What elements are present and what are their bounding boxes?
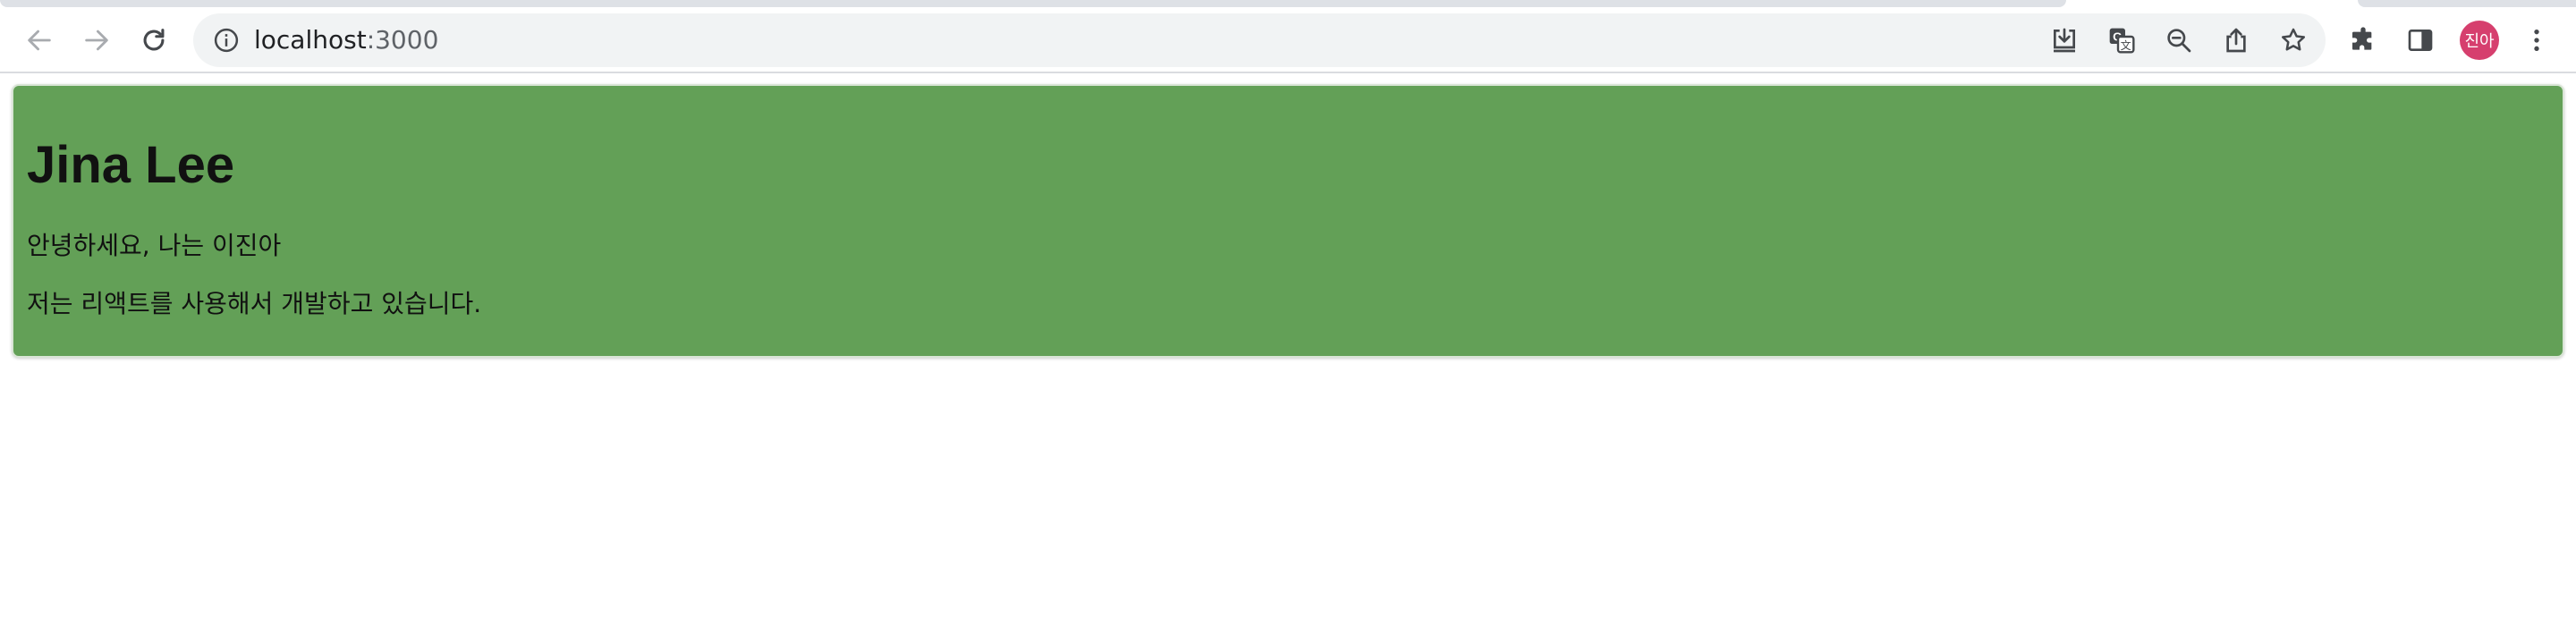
- forward-button[interactable]: [72, 16, 121, 64]
- bookmark-button[interactable]: [2277, 24, 2309, 56]
- kebab-menu-icon: [2534, 30, 2539, 51]
- side-panel-icon: [2408, 30, 2433, 51]
- tab-strip: [0, 0, 2576, 7]
- profile-avatar[interactable]: 진아: [2460, 21, 2499, 60]
- profile-card: Jina Lee 안녕하세요, 나는 이진아 저는 리액트를 사용해서 개발하고…: [12, 84, 2564, 358]
- reload-button[interactable]: [130, 16, 178, 64]
- browser-toolbar: localhost:3000 G 文 진아: [0, 7, 2576, 73]
- zoom-out-icon: [2167, 29, 2191, 53]
- svg-text:文: 文: [2121, 38, 2131, 52]
- url-host: localhost: [254, 25, 367, 55]
- active-tab-edge[interactable]: [0, 0, 2066, 7]
- greeting-text: 안녕하세요, 나는 이진아: [27, 231, 282, 260]
- side-panel-button[interactable]: [2404, 24, 2436, 56]
- reload-icon: [143, 29, 165, 51]
- puzzle-icon: [2352, 27, 2372, 50]
- arrow-left-icon: [28, 30, 51, 51]
- address-bar[interactable]: localhost:3000 G 文: [193, 13, 2326, 67]
- intro-text: 저는 리액트를 사용해서 개발하고 있습니다.: [27, 289, 482, 318]
- install-button[interactable]: [2048, 24, 2080, 56]
- menu-button[interactable]: [2521, 24, 2553, 56]
- url-port: :3000: [366, 25, 439, 55]
- star-icon: [2282, 28, 2305, 51]
- profile-name: Jina Lee: [27, 136, 235, 194]
- back-button[interactable]: [15, 16, 64, 64]
- extensions-button[interactable]: [2347, 24, 2379, 56]
- share-button[interactable]: [2220, 24, 2252, 56]
- arrow-right-icon: [85, 30, 108, 51]
- translate-button[interactable]: G 文: [2106, 24, 2138, 56]
- translate-icon: G 文: [2109, 28, 2135, 54]
- install-app-icon: [2054, 28, 2075, 53]
- url-text[interactable]: localhost:3000: [254, 13, 438, 67]
- page-viewport: Jina Lee 안녕하세요, 나는 이진아 저는 리액트를 사용해서 개발하고…: [0, 75, 2576, 635]
- inactive-tab-edge[interactable]: [2358, 0, 2576, 7]
- zoom-button[interactable]: [2163, 24, 2195, 56]
- share-icon: [2226, 28, 2246, 53]
- info-icon[interactable]: [213, 27, 240, 54]
